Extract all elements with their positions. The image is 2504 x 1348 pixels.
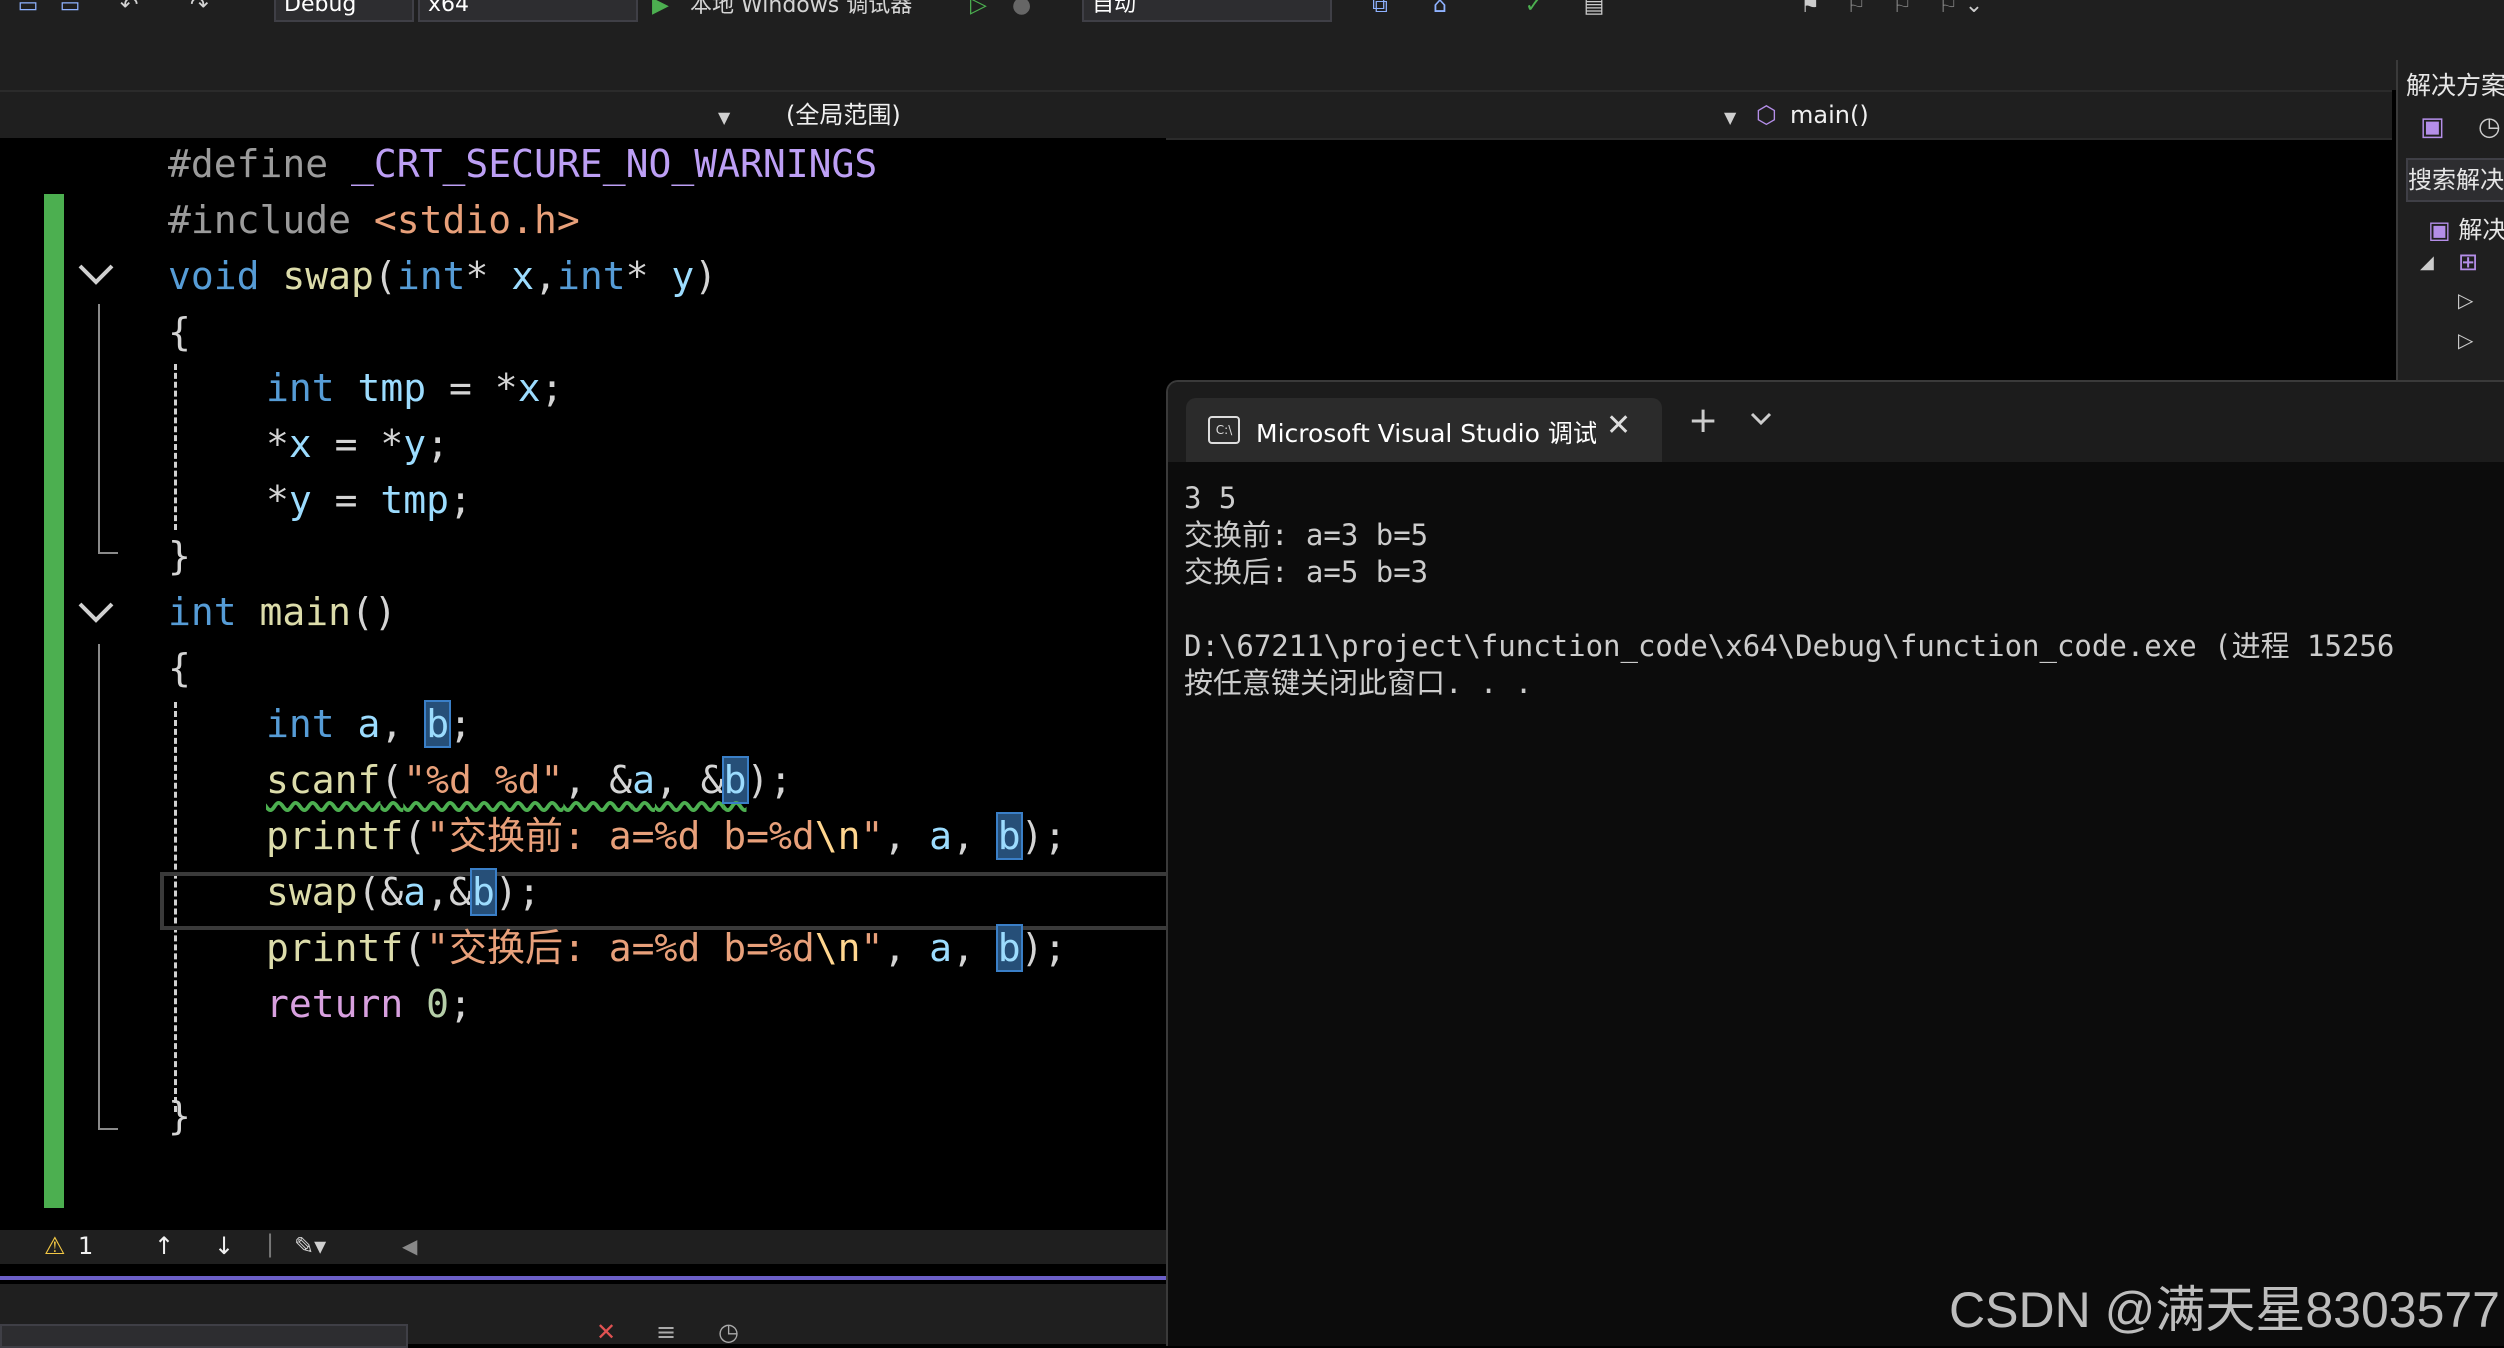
config-value: Debug — [284, 0, 357, 17]
navigation-bar: ▼ (全局范围) ▼ ⬡ main() — [0, 90, 2392, 140]
fold-end-main — [98, 1128, 118, 1130]
print-icon[interactable]: ▤ — [1580, 0, 1608, 18]
platform-dropdown[interactable]: x64 — [418, 0, 638, 22]
solution-toolbar-icon[interactable]: ▣ — [2420, 112, 2445, 142]
save-all-icon[interactable]: ▭ — [56, 0, 84, 18]
solution-search-input[interactable]: 搜索解决 — [2406, 158, 2504, 202]
check-icon[interactable]: ✓ — [1520, 0, 1548, 18]
run-mode-dropdown[interactable]: 自动 — [1082, 0, 1332, 22]
platform-value: x64 — [428, 0, 470, 17]
scope-dropdown[interactable]: (全局范围) — [786, 98, 901, 132]
collapse-arrow-icon-2[interactable]: ▷ — [2458, 328, 2473, 352]
panel-divider — [0, 1276, 1166, 1280]
console-tab[interactable]: C:\ Microsoft Visual Studio 调试控制台 ✕ — [1186, 398, 1662, 462]
warning-icon[interactable]: ⚠ — [44, 1232, 66, 1260]
code-line-18[interactable]: } — [168, 1088, 191, 1144]
watermark: CSDN @满天星8303577 — [1949, 1282, 2500, 1338]
output-panel-toolbar: ✕ ≡ ◷ — [0, 1284, 1166, 1348]
collapse-arrow-icon[interactable]: ▷ — [2458, 288, 2473, 312]
cube-icon: ⬡ — [1756, 101, 1777, 129]
code-line-9[interactable]: int main() — [168, 584, 397, 640]
save-icon[interactable]: ▭ — [14, 0, 42, 18]
solution-icon: ▣ — [2428, 216, 2451, 244]
fold-swap-chevron-icon[interactable] — [74, 252, 118, 296]
console-line-2: 交换前: a=3 b=5 — [1184, 518, 1429, 552]
output-source-dropdown[interactable] — [0, 1324, 408, 1348]
project-dropdown-arrow-icon[interactable]: ▼ — [718, 108, 730, 127]
editor-status-bar: ⚠ 1 ↑ ↓ | ✎▾ ◀ — [0, 1230, 1166, 1264]
code-line-11[interactable]: int a, b; — [266, 696, 472, 752]
code-line-16[interactable]: return 0; — [266, 976, 472, 1032]
record-icon[interactable]: ● — [1012, 0, 1031, 20]
console-tab-title: Microsoft Visual Studio 调试控制台 — [1256, 419, 1596, 448]
bookmark-next-icon[interactable]: ⚐ — [1888, 0, 1916, 18]
bookmark-clear-icon[interactable]: ⚐ — [1934, 0, 1962, 18]
solution-explorer-panel: 解决方案 ▣ ◷ 搜索解决 ▣ 解决 ◢ ⊞ ▷ ▷ — [2396, 60, 2504, 384]
console-app-icon: C:\ — [1208, 416, 1240, 444]
change-tracking-bar — [44, 194, 64, 1208]
browse-icon[interactable]: ⧉ — [1366, 0, 1394, 18]
toolbar-more-icon[interactable]: ⌄ — [1960, 0, 1988, 18]
close-tab-icon[interactable]: ✕ — [1606, 408, 1631, 443]
console-line-3: 交换后: a=5 b=3 — [1184, 555, 1429, 589]
scroll-left-arrow-icon[interactable]: ◀ — [402, 1234, 417, 1258]
undo-icon[interactable]: ↶ — [120, 0, 138, 20]
history-icon[interactable]: ◷ — [2478, 112, 2501, 142]
solution-root-label: 解决 — [2458, 216, 2504, 244]
code-line-3[interactable]: void swap(int* x,int* y) — [168, 248, 717, 304]
debug-console-window[interactable]: C:\ Microsoft Visual Studio 调试控制台 ✕ + 3 … — [1166, 380, 2504, 1346]
code-line-8[interactable]: } — [168, 528, 191, 584]
config-dropdown[interactable]: Debug — [274, 0, 414, 22]
code-line-14[interactable]: swap(&a,&b); — [266, 864, 541, 920]
code-line-2[interactable]: #include <stdio.h> — [168, 192, 580, 248]
code-editor[interactable]: #define _CRT_SECURE_NO_WARNINGS #include… — [0, 138, 1166, 1230]
code-line-10[interactable]: { — [168, 640, 191, 696]
main-toolbar: ▭ ▭ ↶ ↷ Debug x64 ▶ 本地 Windows 调试器 ▷ ● 自… — [0, 0, 2504, 90]
code-line-7[interactable]: *y = tmp; — [266, 472, 472, 528]
fold-line-swap — [98, 304, 100, 554]
start-debug-label: 本地 Windows 调试器 — [690, 0, 913, 18]
play-icon[interactable]: ▶ — [652, 0, 669, 20]
code-line-4[interactable]: { — [168, 304, 191, 360]
code-cleanup-brush-icon[interactable]: ✎▾ — [294, 1232, 326, 1260]
scope-dropdown-arrow-icon[interactable]: ▼ — [1724, 108, 1736, 127]
expand-triangle-icon[interactable]: ◢ — [2420, 252, 2434, 273]
code-line-1[interactable]: #define _CRT_SECURE_NO_WARNINGS — [168, 138, 877, 192]
redo-icon[interactable]: ↷ — [190, 0, 208, 20]
bookmark-icon[interactable]: ⚑ — [1796, 0, 1824, 18]
project-icon[interactable]: ⊞ — [2458, 248, 2478, 276]
clock-icon[interactable]: ◷ — [718, 1318, 739, 1346]
new-tab-plus-icon[interactable]: + — [1688, 400, 1718, 441]
code-line-5[interactable]: int tmp = *x; — [266, 360, 563, 416]
previous-issue-arrow-icon[interactable]: ↑ — [154, 1232, 174, 1260]
code-line-6[interactable]: *x = *y; — [266, 416, 449, 472]
console-line-1: 3 5 — [1184, 481, 1237, 515]
next-issue-arrow-icon[interactable]: ↓ — [214, 1232, 234, 1260]
run-mode-value: 自动 — [1092, 0, 1137, 17]
code-line-13[interactable]: printf("交换前: a=%d b=%d\n", a, b); — [266, 808, 1066, 864]
fold-line-main — [98, 644, 100, 1130]
tab-dropdown-chevron-icon[interactable] — [1746, 404, 1776, 438]
fold-main-chevron-icon[interactable] — [74, 590, 118, 634]
bookmark-prev-icon[interactable]: ⚐ — [1842, 0, 1870, 18]
function-dropdown[interactable]: main() — [1790, 98, 1869, 132]
start-debug-button[interactable]: 本地 Windows 调试器 — [690, 0, 960, 20]
start-without-debug-icon[interactable]: ▷ — [970, 0, 987, 20]
home-icon[interactable]: ⌂ — [1426, 0, 1454, 18]
solution-root-item[interactable]: ▣ 解决 — [2428, 210, 2504, 245]
solution-explorer-title: 解决方案 — [2406, 71, 2504, 100]
word-wrap-icon[interactable]: ≡ — [656, 1318, 676, 1346]
console-line-5: D:\67211\project\function_code\x64\Debug… — [1184, 629, 2395, 663]
fold-end-swap — [98, 552, 118, 554]
separator: | — [266, 1230, 275, 1258]
warning-count[interactable]: 1 — [78, 1232, 93, 1260]
console-line-6: 按任意键关闭此窗口. . . — [1184, 666, 1533, 700]
indent-guide-swap — [174, 364, 177, 530]
console-tab-bar: C:\ Microsoft Visual Studio 调试控制台 ✕ + — [1168, 382, 2504, 462]
code-line-12[interactable]: scanf("%d %d", &a, &b); — [266, 752, 792, 808]
code-line-15[interactable]: printf("交换后: a=%d b=%d\n", a, b); — [266, 920, 1066, 976]
clear-all-icon[interactable]: ✕ — [596, 1318, 616, 1346]
